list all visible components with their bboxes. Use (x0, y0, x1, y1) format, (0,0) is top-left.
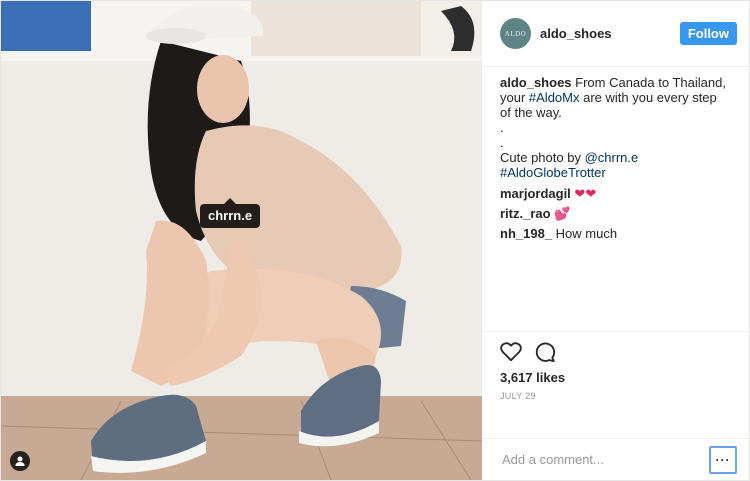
user-tag-icon[interactable] (10, 451, 30, 471)
comment-username[interactable]: ritz._rao (500, 206, 551, 221)
likes-count[interactable]: 3,617 likes (500, 370, 731, 385)
comment-username[interactable]: nh_198_ (500, 226, 552, 241)
add-comment-input[interactable] (500, 451, 709, 468)
follow-button[interactable]: Follow (679, 22, 737, 45)
photo-scene (1, 1, 482, 480)
add-comment-bar: ··· (482, 438, 749, 480)
caption-dot: . (500, 120, 504, 135)
person-icon (15, 456, 25, 466)
mention-link[interactable]: @chrrn.e (585, 150, 639, 165)
pink-hearts-emoji: 💕 (554, 206, 571, 221)
caption-dot: . (500, 135, 504, 150)
caption: aldo_shoes From Canada to Thailand, your… (500, 75, 731, 180)
hashtag-link[interactable]: #AldoMx (529, 90, 580, 105)
header-username[interactable]: aldo_shoes (540, 26, 680, 41)
caption-username[interactable]: aldo_shoes (500, 75, 572, 90)
post-actions: 3,617 likes JULY 29 (482, 331, 749, 438)
hashtag-link[interactable]: #AldoGlobeTrotter (500, 165, 606, 180)
comment-username[interactable]: marjordagil (500, 186, 571, 201)
post-side-panel: ALDO aldo_shoes Follow aldo_shoes From C… (482, 1, 749, 480)
comment: nh_198_ How much (500, 226, 731, 241)
comment-icon[interactable] (534, 341, 556, 363)
caption-text-3: Cute photo by (500, 150, 585, 165)
red-hearts-emoji: ❤❤ (574, 186, 597, 201)
comment-text: How much (552, 226, 618, 241)
more-options-button[interactable]: ··· (709, 445, 737, 474)
post-photo[interactable]: chrrn.e (1, 1, 482, 480)
instagram-post: chrrn.e ALDO aldo_shoes Follow aldo_shoe… (0, 0, 750, 481)
avatar[interactable]: ALDO (500, 18, 531, 49)
post-header: ALDO aldo_shoes Follow (482, 1, 749, 67)
action-icons (500, 338, 731, 366)
heart-icon[interactable] (500, 342, 522, 362)
comment: ritz._rao 💕 (500, 206, 731, 221)
post-date: JULY 29 (500, 391, 536, 401)
photo-user-tag[interactable]: chrrn.e (200, 198, 261, 228)
comment: marjordagil ❤❤ (500, 186, 731, 201)
